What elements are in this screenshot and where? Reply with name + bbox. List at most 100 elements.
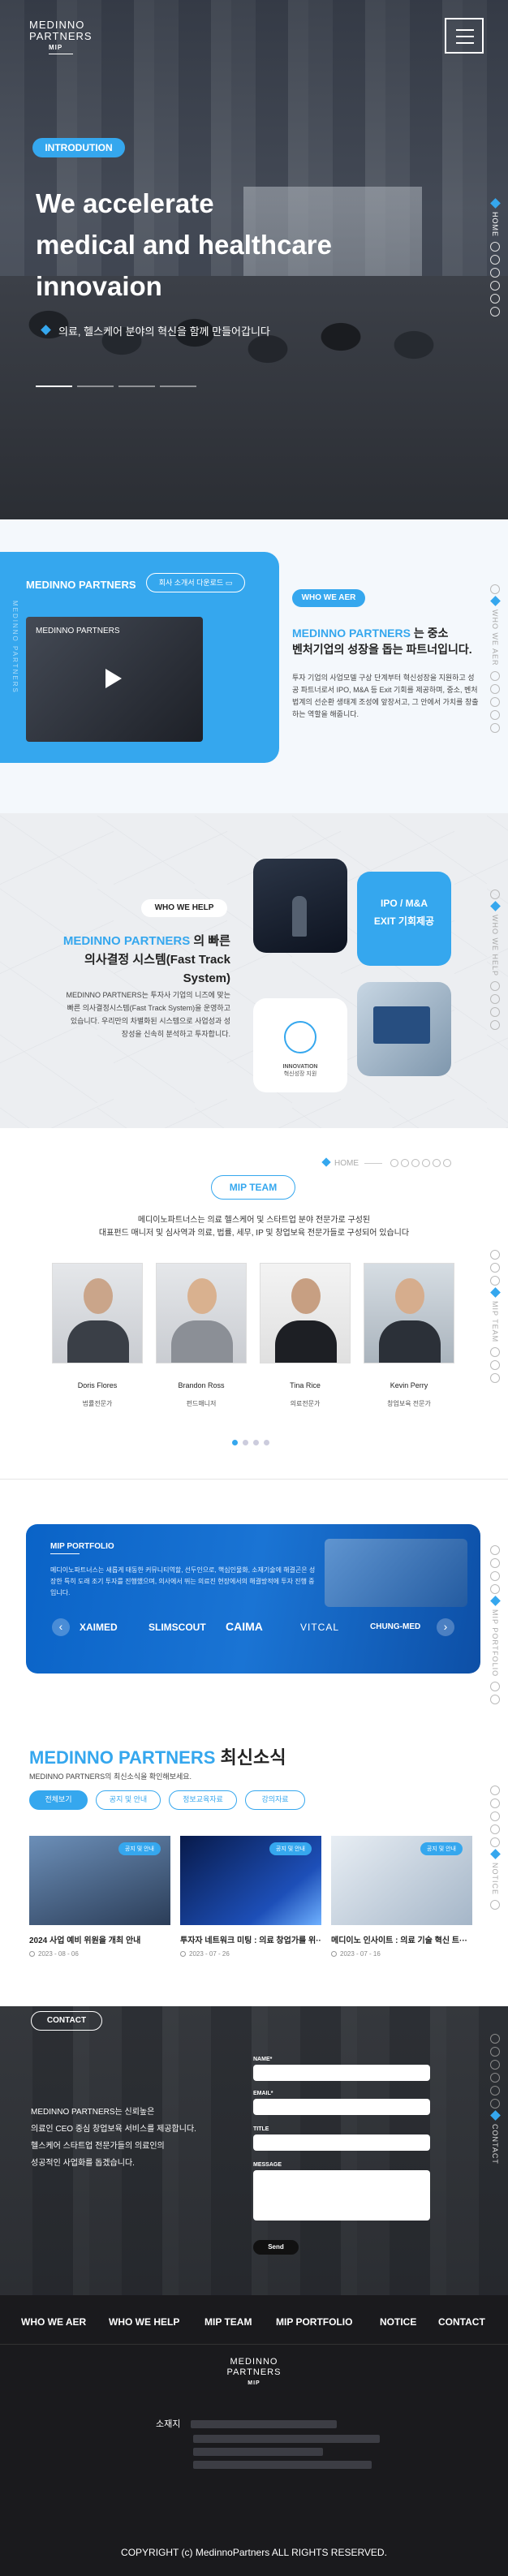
- news-card[interactable]: 공지 및 안내 메디이노 인사이트 : 의료 기술 혁신 트··· 2023 -…: [331, 1836, 472, 1958]
- footer-nav-who-we-help[interactable]: WHO WE HELP: [109, 2316, 179, 2328]
- nav-dot[interactable]: [490, 294, 500, 304]
- nav-dot[interactable]: [490, 1263, 500, 1273]
- nav-dot[interactable]: [490, 1373, 500, 1384]
- side-nav-who-we-help[interactable]: WHO WE HELP: [489, 890, 502, 1033]
- nav-dot[interactable]: [490, 2086, 500, 2096]
- portfolio-logo[interactable]: SLIMSCOUT: [149, 1622, 206, 1633]
- hamburger-menu-button[interactable]: [445, 18, 484, 54]
- team-member-card[interactable]: Kevin Perry 창업보육 전문가: [364, 1263, 454, 1408]
- nav-dot[interactable]: [490, 722, 500, 733]
- nav-dot[interactable]: [490, 307, 500, 317]
- nav-dot[interactable]: [490, 2060, 500, 2070]
- nav-dot[interactable]: [490, 1682, 500, 1692]
- nav-dot[interactable]: [490, 1250, 500, 1260]
- nav-dot[interactable]: [490, 1360, 500, 1371]
- nav-dot[interactable]: [490, 1695, 500, 1705]
- nav-dot[interactable]: [490, 1276, 500, 1286]
- footer-nav-mip-team[interactable]: MIP TEAM: [204, 2316, 252, 2328]
- news-title-text[interactable]: 메디이노 인사이트 : 의료 기술 혁신 트···: [331, 1933, 472, 1945]
- nav-dot[interactable]: [490, 584, 500, 594]
- nav-dot[interactable]: [490, 696, 500, 707]
- download-brochure-button[interactable]: 회사 소개서 다운로드 ▭: [146, 573, 245, 592]
- side-nav-who-we-aer[interactable]: WHO WE AER: [489, 584, 502, 736]
- tab-education[interactable]: 정보교육자료: [169, 1790, 237, 1810]
- nav-dot[interactable]: [490, 1786, 500, 1795]
- portfolio-logo[interactable]: CAIMA: [226, 1620, 263, 1633]
- message-field[interactable]: [253, 2170, 430, 2221]
- page-dot[interactable]: [253, 1440, 259, 1445]
- nav-dot[interactable]: [442, 1159, 451, 1168]
- side-nav-home[interactable]: HOME: [489, 198, 502, 320]
- portfolio-logo[interactable]: CHUNG-MED: [370, 1622, 420, 1631]
- portfolio-logo[interactable]: VITCAL: [300, 1622, 339, 1633]
- nav-dot[interactable]: [490, 1007, 500, 1018]
- nav-dot[interactable]: [490, 981, 500, 992]
- tab-all[interactable]: 전체보기: [29, 1790, 88, 1810]
- nav-dot[interactable]: [390, 1159, 398, 1168]
- title-field[interactable]: [253, 2134, 430, 2151]
- side-nav-notice[interactable]: NOTICE: [489, 1786, 502, 1913]
- slide-indicator[interactable]: [118, 386, 155, 387]
- nav-dot[interactable]: [490, 1545, 500, 1555]
- nav-dot[interactable]: [490, 1824, 500, 1834]
- nav-dot[interactable]: [490, 242, 500, 252]
- nav-dot[interactable]: [490, 683, 500, 694]
- footer-nav-contact[interactable]: CONTACT: [438, 2316, 485, 2328]
- nav-dot[interactable]: [490, 1837, 500, 1847]
- side-nav-mip-portfolio[interactable]: MIP PORTFOLIO: [489, 1545, 502, 1708]
- news-card[interactable]: 공지 및 안내 투자자 네트워크 미팅 : 의료 창업가를 위··· 2023 …: [180, 1836, 321, 1958]
- nav-dot[interactable]: [421, 1159, 430, 1168]
- nav-dot[interactable]: [490, 1584, 500, 1594]
- side-nav-contact[interactable]: CONTACT: [489, 2034, 502, 2169]
- nav-dot[interactable]: [490, 2073, 500, 2083]
- nav-dot[interactable]: [400, 1159, 409, 1168]
- footer-nav-mip-portfolio[interactable]: MIP PORTFOLIO: [276, 2316, 352, 2328]
- nav-dot[interactable]: [490, 1558, 500, 1568]
- nav-dot[interactable]: [490, 994, 500, 1005]
- portfolio-logo[interactable]: XAIMED: [80, 1622, 118, 1633]
- slide-indicator[interactable]: [36, 386, 72, 387]
- nav-dot[interactable]: [490, 890, 500, 899]
- nav-dot[interactable]: [490, 2099, 500, 2109]
- team-member-card[interactable]: Tina Rice 의료전문가: [260, 1263, 351, 1408]
- slide-indicator[interactable]: [160, 386, 196, 387]
- nav-dot[interactable]: [490, 268, 500, 278]
- news-card[interactable]: 공지 및 안내 2024 사업 예비 위원을 개최 안내 2023 - 08 -…: [29, 1836, 170, 1958]
- next-arrow-button[interactable]: ›: [437, 1618, 454, 1636]
- page-dot[interactable]: [243, 1440, 248, 1445]
- send-button[interactable]: Send: [253, 2240, 299, 2255]
- play-icon[interactable]: [105, 669, 122, 688]
- nav-dot[interactable]: [411, 1159, 420, 1168]
- nav-dot[interactable]: [490, 255, 500, 265]
- team-member-card[interactable]: Doris Flores 법률전문가: [52, 1263, 143, 1408]
- name-field[interactable]: [253, 2065, 430, 2081]
- email-field[interactable]: [253, 2099, 430, 2115]
- nav-dot[interactable]: [490, 2034, 500, 2044]
- nav-dot[interactable]: [490, 1900, 500, 1910]
- prev-arrow-button[interactable]: ‹: [52, 1618, 70, 1636]
- nav-dot[interactable]: [490, 670, 500, 681]
- tab-notice[interactable]: 공지 및 안내: [96, 1790, 161, 1810]
- nav-dot[interactable]: [432, 1159, 441, 1168]
- slide-indicator[interactable]: [77, 386, 114, 387]
- team-member-card[interactable]: Brandon Ross 펀드매니저: [156, 1263, 247, 1408]
- news-title-text[interactable]: 2024 사업 예비 위원을 개최 안내: [29, 1933, 170, 1945]
- company-video[interactable]: MEDINNO PARTNERS: [26, 617, 203, 742]
- news-title-text[interactable]: 투자자 네트워크 미팅 : 의료 창업가를 위···: [180, 1933, 321, 1945]
- footer-nav-notice[interactable]: NOTICE: [380, 2316, 416, 2328]
- footer-nav-who-we-aer[interactable]: WHO WE AER: [21, 2316, 86, 2328]
- page-dot[interactable]: [264, 1440, 269, 1445]
- tab-lectures[interactable]: 강의자료: [245, 1790, 305, 1810]
- nav-dot[interactable]: [490, 281, 500, 291]
- nav-dot[interactable]: [490, 1020, 500, 1031]
- page-dot[interactable]: [232, 1440, 238, 1445]
- nav-dot[interactable]: [490, 1811, 500, 1821]
- team-pagination[interactable]: [232, 1435, 274, 1450]
- nav-dot[interactable]: [490, 1347, 500, 1358]
- site-logo[interactable]: MEDINNO PARTNERS MIP: [29, 19, 93, 54]
- hero-slider-indicator[interactable]: [36, 377, 201, 391]
- nav-dot[interactable]: [490, 1571, 500, 1581]
- nav-dot[interactable]: [490, 1798, 500, 1808]
- nav-dot[interactable]: [490, 2047, 500, 2057]
- side-nav-mip-team[interactable]: MIP TEAM: [489, 1250, 502, 1386]
